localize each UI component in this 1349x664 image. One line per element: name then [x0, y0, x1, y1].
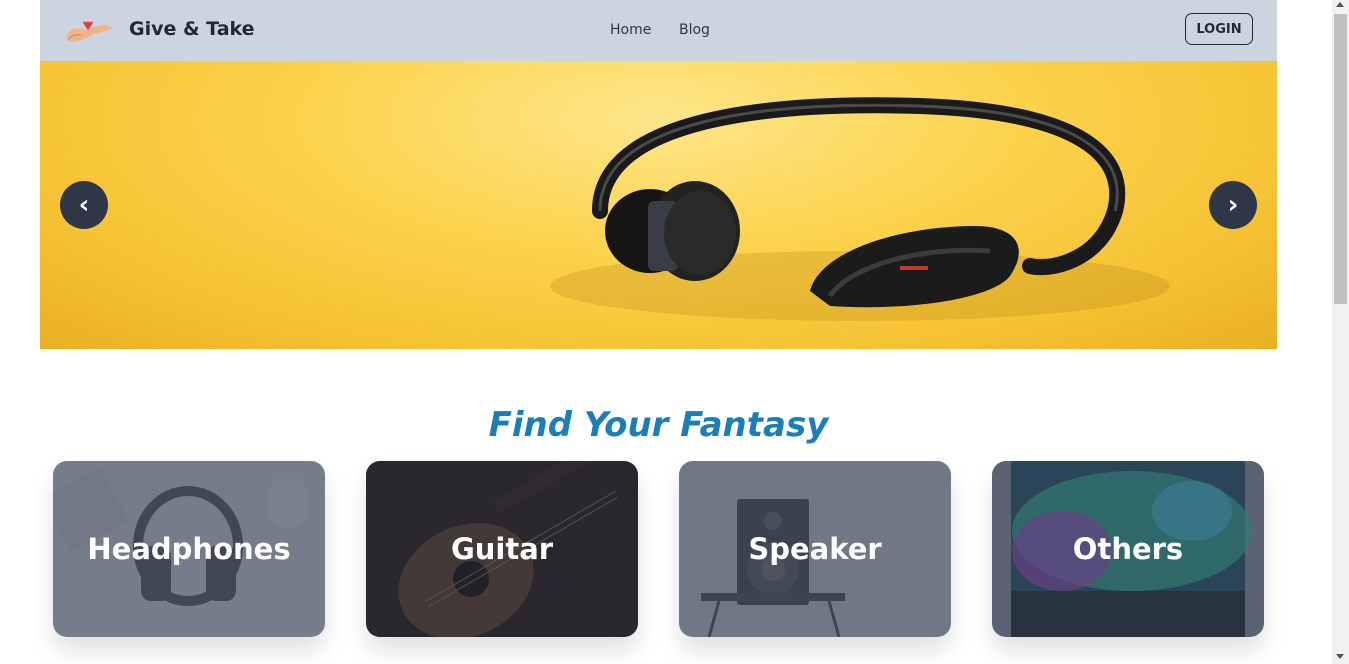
nav-link-home[interactable]: Home	[610, 22, 651, 38]
headphones-hero-image	[550, 97, 1170, 321]
brand-name[interactable]: Give & Take	[129, 18, 255, 40]
hero-carousel: ‹ ›	[40, 61, 1277, 349]
category-card-headphones[interactable]: Headphones	[53, 461, 325, 637]
scrollbar-thumb[interactable]	[1334, 14, 1347, 304]
category-label-speaker: Speaker	[748, 532, 882, 566]
category-card-guitar[interactable]: Guitar	[366, 461, 638, 637]
page: Give & Take Home Blog LOGIN ‹ › Find You…	[0, 0, 1349, 664]
page-scrollbar[interactable]	[1332, 0, 1349, 664]
category-label-others: Others	[1072, 532, 1184, 566]
category-card-speaker[interactable]: Speaker	[679, 461, 951, 637]
navbar: Give & Take Home Blog LOGIN	[40, 0, 1277, 61]
carousel-next-button[interactable]: ›	[1209, 181, 1257, 229]
category-label-guitar: Guitar	[450, 532, 554, 566]
scroll-down-arrow-icon[interactable]	[1336, 654, 1344, 659]
category-card-others[interactable]: Others	[992, 461, 1264, 637]
login-button[interactable]: LOGIN	[1185, 13, 1253, 45]
give-take-logo-icon[interactable]	[64, 14, 114, 46]
category-label-headphones: Headphones	[87, 532, 291, 566]
section-title: Find Your Fantasy	[488, 405, 829, 445]
nav-link-blog[interactable]: Blog	[679, 22, 710, 38]
carousel-prev-button[interactable]: ‹	[60, 181, 108, 229]
scroll-up-arrow-icon[interactable]	[1336, 2, 1344, 7]
